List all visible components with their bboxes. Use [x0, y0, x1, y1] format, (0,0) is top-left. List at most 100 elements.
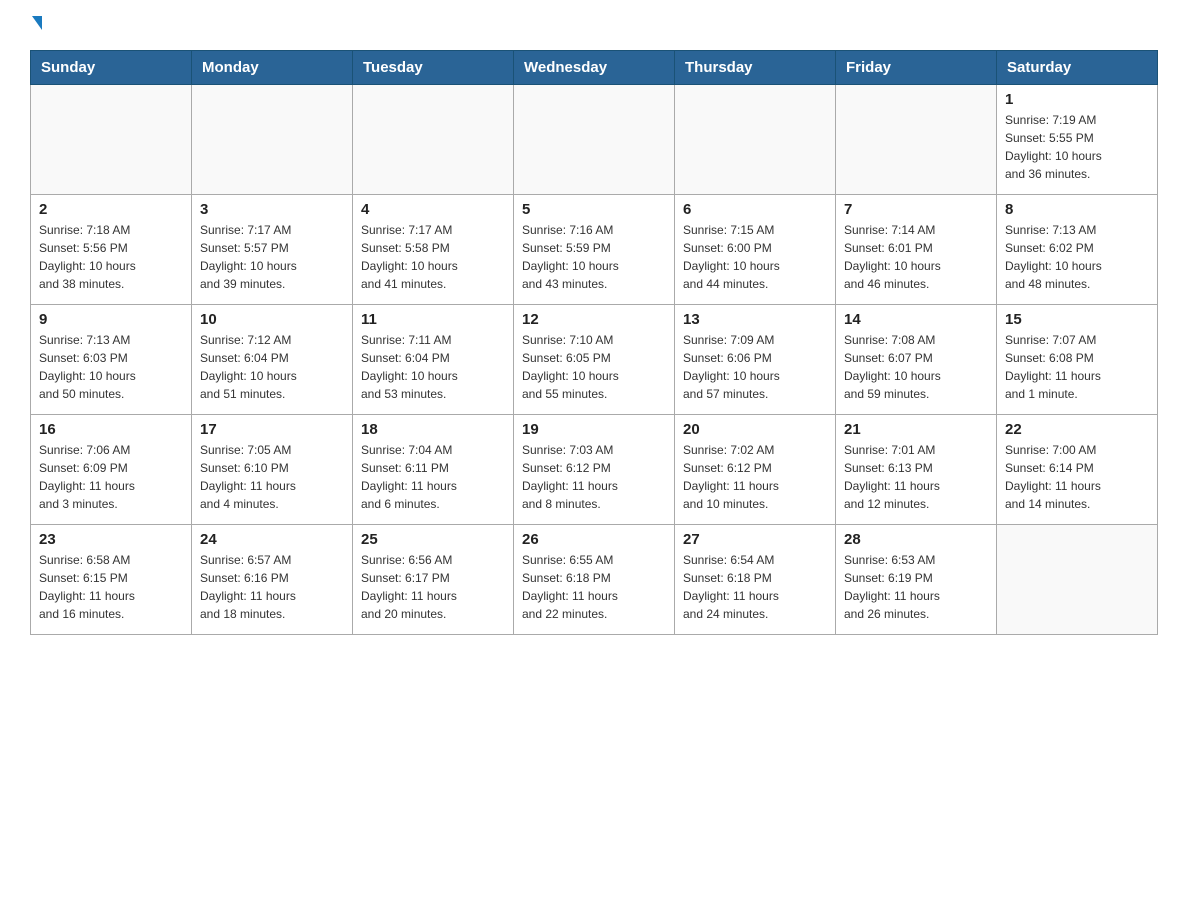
- calendar-cell: 23 Sunrise: 6:58 AM Sunset: 6:15 PM Dayli…: [31, 525, 192, 635]
- day-info: Sunrise: 7:17 AM Sunset: 5:58 PM Dayligh…: [361, 221, 505, 293]
- calendar-cell: 18 Sunrise: 7:04 AM Sunset: 6:11 PM Dayli…: [353, 415, 514, 525]
- calendar-cell: 16Sunrise: 7:06 AM Sunset: 6:09 PM Dayli…: [31, 415, 192, 525]
- day-number: 7: [844, 201, 988, 218]
- calendar-cell: 20 Sunrise: 7:02 AM Sunset: 6:12 PM Dayli…: [675, 415, 836, 525]
- calendar-week-row: 16Sunrise: 7:06 AM Sunset: 6:09 PM Dayli…: [31, 415, 1158, 525]
- calendar-cell: 10 Sunrise: 7:12 AM Sunset: 6:04 PM Dayli…: [192, 305, 353, 415]
- day-info: Sunrise: 7:12 AM Sunset: 6:04 PM Dayligh…: [200, 331, 344, 403]
- day-info: Sunrise: 7:08 AM Sunset: 6:07 PM Dayligh…: [844, 331, 988, 403]
- weekday-header-friday: Friday: [836, 51, 997, 85]
- calendar-cell: 4 Sunrise: 7:17 AM Sunset: 5:58 PM Daylig…: [353, 195, 514, 305]
- day-info: Sunrise: 7:10 AM Sunset: 6:05 PM Dayligh…: [522, 331, 666, 403]
- calendar-cell: 5 Sunrise: 7:16 AM Sunset: 5:59 PM Daylig…: [514, 195, 675, 305]
- weekday-header-monday: Monday: [192, 51, 353, 85]
- day-info: Sunrise: 7:13 AM Sunset: 6:03 PM Dayligh…: [39, 331, 183, 403]
- day-number: 24: [200, 531, 344, 548]
- calendar-cell: 11 Sunrise: 7:11 AM Sunset: 6:04 PM Dayli…: [353, 305, 514, 415]
- day-info: Sunrise: 7:09 AM Sunset: 6:06 PM Dayligh…: [683, 331, 827, 403]
- day-number: 11: [361, 311, 505, 328]
- day-number: 3: [200, 201, 344, 218]
- day-info: Sunrise: 6:56 AM Sunset: 6:17 PM Dayligh…: [361, 551, 505, 623]
- calendar-cell: 2 Sunrise: 7:18 AM Sunset: 5:56 PM Daylig…: [31, 195, 192, 305]
- calendar-cell: 17 Sunrise: 7:05 AM Sunset: 6:10 PM Dayli…: [192, 415, 353, 525]
- calendar-cell: 19 Sunrise: 7:03 AM Sunset: 6:12 PM Dayli…: [514, 415, 675, 525]
- calendar-cell: [675, 85, 836, 195]
- calendar-cell: 7 Sunrise: 7:14 AM Sunset: 6:01 PM Daylig…: [836, 195, 997, 305]
- calendar-cell: [997, 525, 1158, 635]
- day-info: Sunrise: 7:17 AM Sunset: 5:57 PM Dayligh…: [200, 221, 344, 293]
- day-number: 19: [522, 421, 666, 438]
- weekday-header-sunday: Sunday: [31, 51, 192, 85]
- calendar-cell: 6 Sunrise: 7:15 AM Sunset: 6:00 PM Daylig…: [675, 195, 836, 305]
- calendar-cell: [31, 85, 192, 195]
- calendar-cell: 13 Sunrise: 7:09 AM Sunset: 6:06 PM Dayli…: [675, 305, 836, 415]
- day-info: Sunrise: 7:13 AM Sunset: 6:02 PM Dayligh…: [1005, 221, 1149, 293]
- weekday-header-tuesday: Tuesday: [353, 51, 514, 85]
- day-info: Sunrise: 7:00 AM Sunset: 6:14 PM Dayligh…: [1005, 441, 1149, 513]
- day-info: Sunrise: 7:19 AM Sunset: 5:55 PM Dayligh…: [1005, 111, 1149, 183]
- day-info: Sunrise: 7:15 AM Sunset: 6:00 PM Dayligh…: [683, 221, 827, 293]
- calendar-week-row: 2 Sunrise: 7:18 AM Sunset: 5:56 PM Daylig…: [31, 195, 1158, 305]
- calendar-cell: 26Sunrise: 6:55 AM Sunset: 6:18 PM Dayli…: [514, 525, 675, 635]
- day-number: 12: [522, 311, 666, 328]
- calendar-cell: 9 Sunrise: 7:13 AM Sunset: 6:03 PM Daylig…: [31, 305, 192, 415]
- day-number: 14: [844, 311, 988, 328]
- day-number: 26: [522, 531, 666, 548]
- day-info: Sunrise: 7:02 AM Sunset: 6:12 PM Dayligh…: [683, 441, 827, 513]
- day-number: 22: [1005, 421, 1149, 438]
- calendar-cell: 8 Sunrise: 7:13 AM Sunset: 6:02 PM Daylig…: [997, 195, 1158, 305]
- day-number: 13: [683, 311, 827, 328]
- calendar-cell: 24Sunrise: 6:57 AM Sunset: 6:16 PM Dayli…: [192, 525, 353, 635]
- day-number: 8: [1005, 201, 1149, 218]
- day-info: Sunrise: 7:11 AM Sunset: 6:04 PM Dayligh…: [361, 331, 505, 403]
- calendar-cell: [353, 85, 514, 195]
- calendar-table: SundayMondayTuesdayWednesdayThursdayFrid…: [30, 50, 1158, 635]
- calendar-cell: 3 Sunrise: 7:17 AM Sunset: 5:57 PM Daylig…: [192, 195, 353, 305]
- day-number: 16: [39, 421, 183, 438]
- day-number: 27: [683, 531, 827, 548]
- day-number: 9: [39, 311, 183, 328]
- day-info: Sunrise: 7:04 AM Sunset: 6:11 PM Dayligh…: [361, 441, 505, 513]
- day-number: 17: [200, 421, 344, 438]
- day-info: Sunrise: 6:54 AM Sunset: 6:18 PM Dayligh…: [683, 551, 827, 623]
- calendar-cell: 22 Sunrise: 7:00 AM Sunset: 6:14 PM Dayli…: [997, 415, 1158, 525]
- day-info: Sunrise: 7:18 AM Sunset: 5:56 PM Dayligh…: [39, 221, 183, 293]
- calendar-cell: 28 Sunrise: 6:53 AM Sunset: 6:19 PM Dayli…: [836, 525, 997, 635]
- day-info: Sunrise: 7:14 AM Sunset: 6:01 PM Dayligh…: [844, 221, 988, 293]
- day-number: 1: [1005, 91, 1149, 108]
- day-info: Sunrise: 7:07 AM Sunset: 6:08 PM Dayligh…: [1005, 331, 1149, 403]
- calendar-cell: 21 Sunrise: 7:01 AM Sunset: 6:13 PM Dayli…: [836, 415, 997, 525]
- day-number: 18: [361, 421, 505, 438]
- weekday-header-saturday: Saturday: [997, 51, 1158, 85]
- day-info: Sunrise: 7:03 AM Sunset: 6:12 PM Dayligh…: [522, 441, 666, 513]
- day-number: 28: [844, 531, 988, 548]
- day-number: 6: [683, 201, 827, 218]
- calendar-week-row: 9 Sunrise: 7:13 AM Sunset: 6:03 PM Daylig…: [31, 305, 1158, 415]
- calendar-cell: 27 Sunrise: 6:54 AM Sunset: 6:18 PM Dayli…: [675, 525, 836, 635]
- logo: [30, 20, 42, 34]
- day-number: 21: [844, 421, 988, 438]
- calendar-cell: 1 Sunrise: 7:19 AM Sunset: 5:55 PM Daylig…: [997, 85, 1158, 195]
- calendar-cell: [192, 85, 353, 195]
- day-info: Sunrise: 6:53 AM Sunset: 6:19 PM Dayligh…: [844, 551, 988, 623]
- day-info: Sunrise: 7:01 AM Sunset: 6:13 PM Dayligh…: [844, 441, 988, 513]
- weekday-header-wednesday: Wednesday: [514, 51, 675, 85]
- calendar-cell: 12 Sunrise: 7:10 AM Sunset: 6:05 PM Dayli…: [514, 305, 675, 415]
- day-number: 23: [39, 531, 183, 548]
- page-header: [30, 20, 1158, 34]
- day-number: 20: [683, 421, 827, 438]
- calendar-week-row: 1 Sunrise: 7:19 AM Sunset: 5:55 PM Daylig…: [31, 85, 1158, 195]
- calendar-cell: 15Sunrise: 7:07 AM Sunset: 6:08 PM Dayli…: [997, 305, 1158, 415]
- day-number: 2: [39, 201, 183, 218]
- day-info: Sunrise: 7:05 AM Sunset: 6:10 PM Dayligh…: [200, 441, 344, 513]
- calendar-cell: 25Sunrise: 6:56 AM Sunset: 6:17 PM Dayli…: [353, 525, 514, 635]
- calendar-cell: 14 Sunrise: 7:08 AM Sunset: 6:07 PM Dayli…: [836, 305, 997, 415]
- calendar-cell: [836, 85, 997, 195]
- day-info: Sunrise: 6:58 AM Sunset: 6:15 PM Dayligh…: [39, 551, 183, 623]
- day-number: 10: [200, 311, 344, 328]
- calendar-week-row: 23 Sunrise: 6:58 AM Sunset: 6:15 PM Dayli…: [31, 525, 1158, 635]
- day-info: Sunrise: 7:16 AM Sunset: 5:59 PM Dayligh…: [522, 221, 666, 293]
- day-number: 4: [361, 201, 505, 218]
- day-number: 5: [522, 201, 666, 218]
- logo-arrow-icon: [32, 16, 42, 30]
